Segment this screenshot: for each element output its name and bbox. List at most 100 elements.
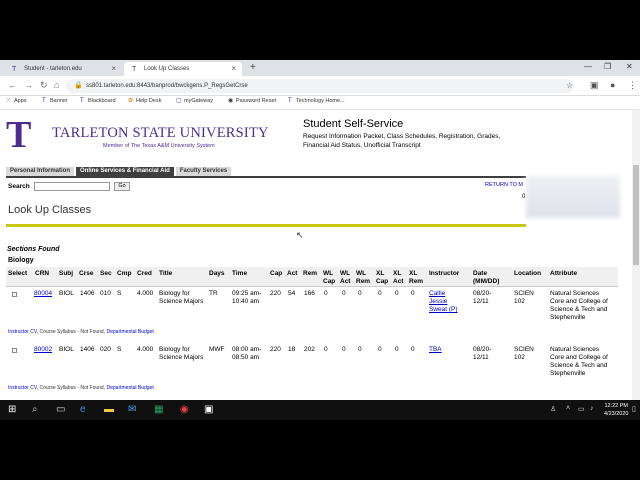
lock-icon: 🔒 bbox=[74, 82, 83, 89]
departmental-budget-link[interactable]: Departmental Budget bbox=[106, 385, 153, 391]
select-checkbox[interactable] bbox=[12, 292, 17, 297]
syllabus-note: , Course Syllabus - Not Found, bbox=[36, 329, 107, 335]
search-input[interactable] bbox=[34, 182, 110, 191]
tab-online-services[interactable]: Online Services & Financial Aid bbox=[76, 167, 174, 176]
bookmark-help-desk[interactable]: ✿ Help Desk bbox=[128, 98, 161, 104]
menu-icon[interactable]: ⋮ bbox=[628, 80, 637, 91]
file-explorer-icon[interactable]: ▬ bbox=[104, 404, 114, 416]
cell-act: 18 bbox=[288, 346, 296, 353]
excel-icon[interactable]: ▦ bbox=[154, 404, 163, 416]
mail-icon[interactable]: ✉ bbox=[128, 404, 136, 416]
instructor-cv-link[interactable]: Instructor CV bbox=[8, 329, 37, 335]
bookmark-mygateway[interactable]: ▢ myGateway bbox=[176, 98, 213, 104]
col-xl-act: XL Act bbox=[393, 270, 404, 285]
cell-subj: BIOL bbox=[59, 346, 74, 353]
bookmark-star-icon[interactable]: ☆ bbox=[566, 81, 573, 90]
close-tab-icon[interactable]: × bbox=[231, 64, 236, 73]
instructor-link[interactable]: TBA bbox=[429, 346, 465, 354]
network-icon[interactable]: ▭ bbox=[578, 405, 585, 413]
bookmark-blackboard[interactable]: T Blackboard bbox=[80, 98, 116, 104]
taskbar: ⊞ ⌕ ▭ e ▬ ✉ ▦ ◉ ▣ ♙ ˄ ▭ ♪ 12:22 PM 4/23/… bbox=[0, 400, 640, 420]
col-crse: Crse bbox=[79, 270, 94, 277]
col-cap: Cap bbox=[270, 270, 283, 277]
address-bar[interactable]: 🔒 ss801.tarleton.edu:8443/banprod/bwckge… bbox=[66, 79, 574, 93]
forward-icon[interactable]: → bbox=[24, 80, 33, 90]
count-value: 0 bbox=[522, 194, 526, 200]
edge-icon[interactable]: e bbox=[80, 404, 86, 416]
syllabus-note: , Course Syllabus - Not Found, bbox=[36, 385, 107, 391]
volume-icon[interactable]: ♪ bbox=[590, 405, 594, 412]
app-icon[interactable]: ▣ bbox=[204, 404, 213, 416]
bookmark-apps[interactable]: ⁙ Apps bbox=[6, 98, 27, 104]
minimize-icon[interactable]: — bbox=[584, 62, 592, 71]
extension-icon[interactable]: ▣ bbox=[590, 80, 599, 91]
page-subheading: Request Information Packet, Class Schedu… bbox=[303, 133, 501, 149]
crn-link[interactable]: 80002 bbox=[34, 346, 52, 354]
close-window-icon[interactable]: ✕ bbox=[626, 62, 633, 71]
tab-strip: T Student - tarleton.edu × T Look Up Cla… bbox=[0, 60, 640, 76]
home-icon[interactable]: ⌂ bbox=[54, 80, 59, 90]
reload-icon[interactable]: ↻ bbox=[40, 80, 48, 91]
go-button[interactable]: Go bbox=[114, 182, 130, 191]
tab-student[interactable]: T Student - tarleton.edu × bbox=[4, 62, 122, 76]
col-select: Select bbox=[8, 270, 28, 277]
cell-wl-act: 0 bbox=[342, 290, 346, 297]
return-to-menu-link[interactable]: RETURN TO M bbox=[485, 182, 523, 188]
clock-date: 4/23/2020 bbox=[604, 411, 629, 417]
departmental-budget-link[interactable]: Departmental Budget bbox=[106, 329, 153, 335]
cell-crse: 1406 bbox=[80, 290, 95, 297]
crn-link[interactable]: 80004 bbox=[34, 290, 52, 298]
cell-time: 08:00 am-08:50 am bbox=[232, 346, 262, 361]
row-links: Instructor CV, Course Syllabus - Not Fou… bbox=[8, 329, 154, 335]
tarleton-favicon-icon: T bbox=[132, 66, 137, 73]
cell-xl-cap: 0 bbox=[378, 346, 382, 353]
profile-icon[interactable]: ● bbox=[610, 80, 615, 90]
tarleton-favicon-icon: T bbox=[42, 98, 46, 104]
instructor-link[interactable]: Callie Jessie Sweat (P) bbox=[429, 290, 465, 314]
university-logo[interactable]: T TARLETON STATE UNIVERSITY Member of Th… bbox=[6, 115, 286, 157]
col-attribute: Attribute bbox=[550, 270, 578, 277]
new-tab-icon[interactable]: + bbox=[250, 62, 256, 73]
scrollbar-thumb[interactable] bbox=[633, 165, 639, 265]
col-instructor: Instructor bbox=[429, 270, 460, 277]
cell-cap: 220 bbox=[270, 346, 281, 353]
sections-found-heading: Sections Found bbox=[7, 246, 60, 253]
col-cmp: Cmp bbox=[117, 270, 132, 277]
clock-time: 12:22 PM bbox=[604, 403, 628, 409]
close-tab-icon[interactable]: × bbox=[111, 64, 116, 73]
bookmark-technology-home[interactable]: T Technology Home... bbox=[288, 98, 345, 104]
col-date: Date (MM/DD) bbox=[473, 270, 500, 285]
cell-wl-cap: 0 bbox=[324, 346, 328, 353]
restore-icon[interactable]: ❐ bbox=[604, 62, 611, 71]
col-subj: Subj bbox=[59, 270, 74, 277]
person-icon[interactable]: ♙ bbox=[550, 405, 556, 413]
cell-sec: 020 bbox=[100, 346, 111, 353]
bookmark-label: Blackboard bbox=[88, 98, 116, 104]
subject-heading: Biology bbox=[8, 257, 34, 264]
tab-look-up-classes[interactable]: T Look Up Classes × bbox=[124, 62, 242, 76]
chevron-up-icon[interactable]: ˄ bbox=[566, 405, 570, 412]
cell-wl-cap: 0 bbox=[324, 290, 328, 297]
windows-start-icon[interactable]: ⊞ bbox=[8, 404, 16, 416]
main-nav: Personal Information Online Services & F… bbox=[6, 167, 232, 176]
clock[interactable]: 12:22 PM 4/23/2020 bbox=[604, 402, 628, 418]
cell-xl-rem: 0 bbox=[411, 290, 415, 297]
bookmark-password-reset[interactable]: ◉ Password Reset bbox=[228, 98, 276, 104]
university-name: TARLETON STATE UNIVERSITY bbox=[52, 125, 269, 141]
notifications-icon[interactable]: ▯ bbox=[632, 405, 636, 413]
bookmark-label: Technology Home... bbox=[296, 98, 345, 104]
cell-rem: 202 bbox=[304, 346, 315, 353]
tab-personal-information[interactable]: Personal Information bbox=[6, 167, 75, 176]
cell-crse: 1406 bbox=[80, 346, 95, 353]
col-act: Act bbox=[287, 270, 298, 277]
bookmark-banner[interactable]: T Banner bbox=[42, 98, 68, 104]
tab-faculty-services[interactable]: Faculty Services bbox=[175, 167, 232, 176]
task-view-icon[interactable]: ▭ bbox=[56, 404, 65, 416]
instructor-cv-link[interactable]: Instructor CV bbox=[8, 385, 37, 391]
select-checkbox[interactable] bbox=[12, 348, 17, 353]
chrome-icon[interactable]: ◉ bbox=[180, 404, 189, 416]
apps-grid-icon: ⁙ bbox=[6, 98, 12, 104]
back-icon[interactable]: ← bbox=[8, 80, 17, 90]
table-header: Select CRN Subj Crse Sec Cmp Cred Title … bbox=[6, 267, 618, 287]
search-icon[interactable]: ⌕ bbox=[32, 404, 38, 416]
